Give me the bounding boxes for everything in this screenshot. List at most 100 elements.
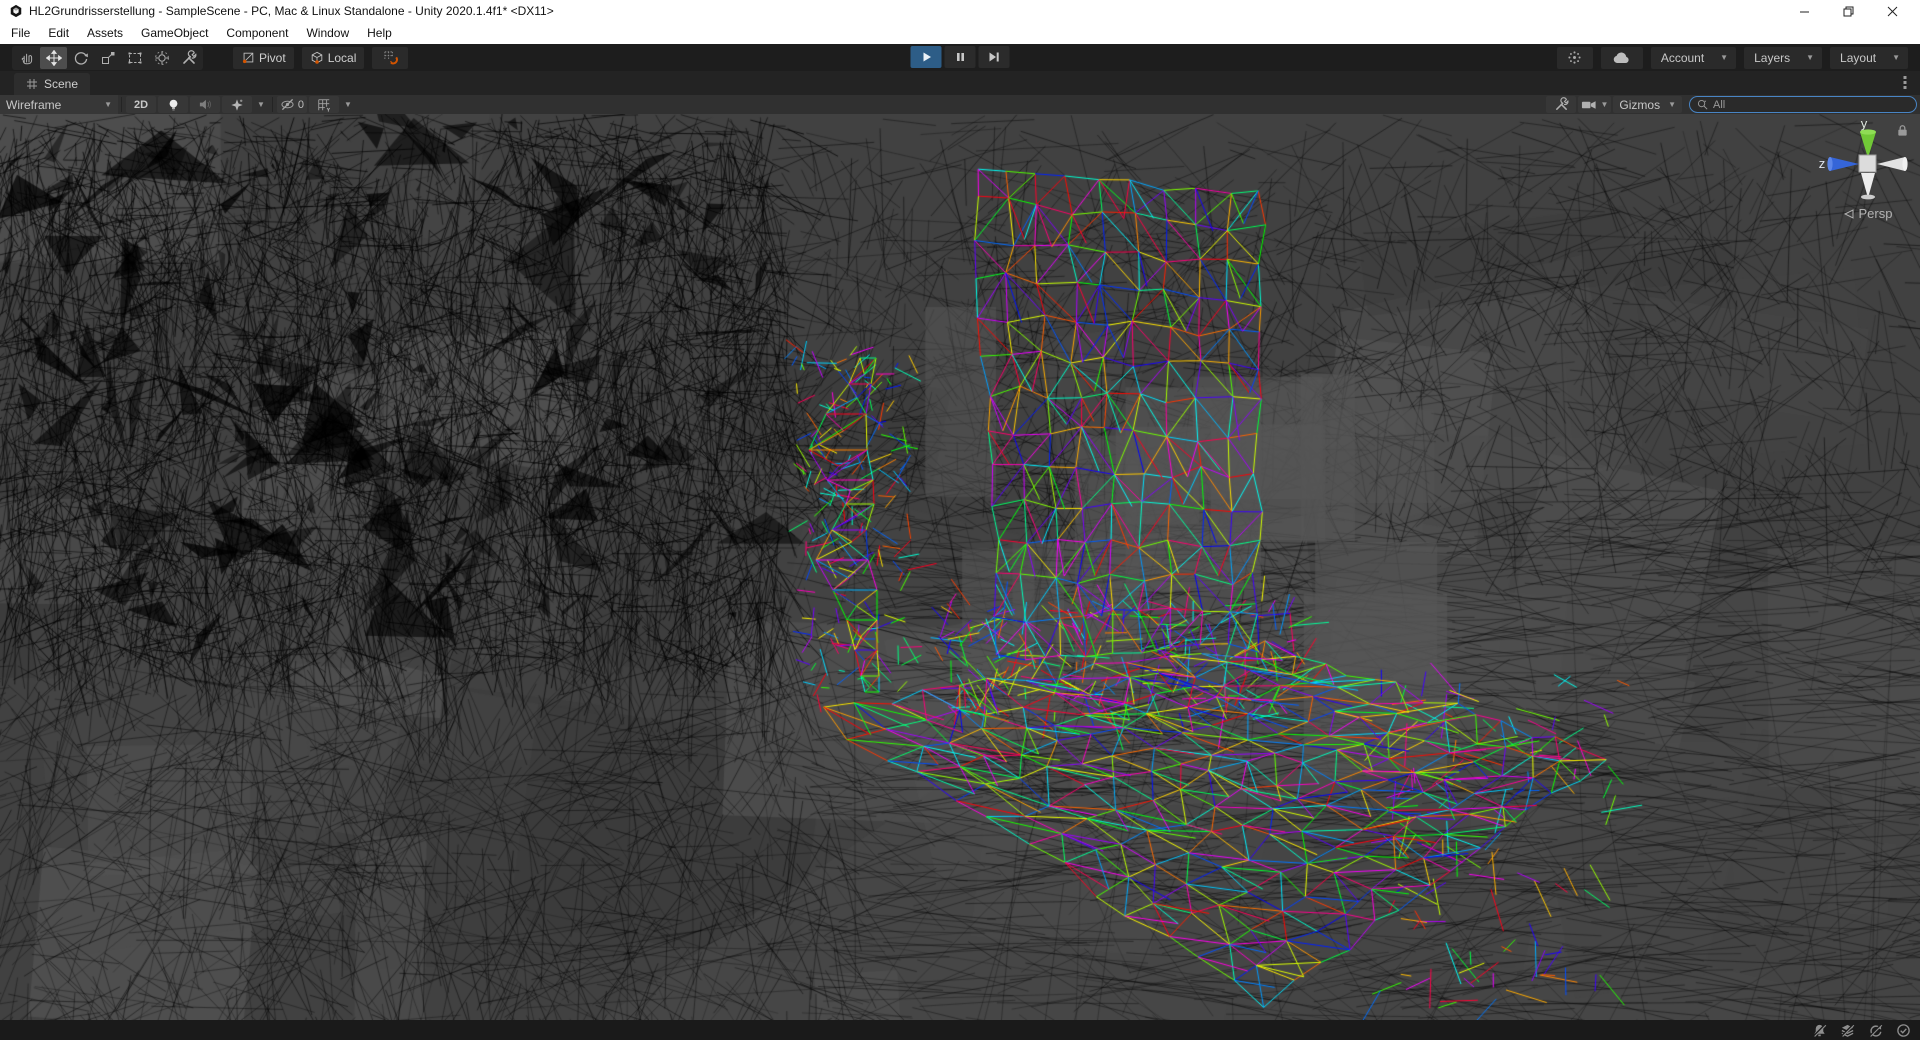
window-titlebar: HL2Grundrisserstellung - SampleScene - P… — [0, 0, 1920, 22]
local-label: Local — [328, 51, 357, 65]
play-button[interactable] — [911, 46, 942, 68]
layers-dropdown[interactable]: Layers ▼ — [1744, 47, 1822, 69]
scene-tab-label: Scene — [44, 77, 78, 91]
scene-viewport[interactable]: y z Persp — [0, 114, 1920, 1020]
camera-dropdown-caret: ▼ — [1597, 100, 1608, 109]
axis-z-cone — [1830, 157, 1859, 171]
grid-icon — [317, 98, 331, 112]
layout-dropdown[interactable]: Layout ▼ — [1830, 47, 1908, 69]
menu-bar: File Edit Assets GameObject Component Wi… — [0, 22, 1920, 44]
axis-x-cone — [1877, 157, 1905, 171]
layers-muted-icon[interactable] — [1838, 1022, 1856, 1038]
gizmos-caret: ▼ — [1660, 100, 1676, 109]
local-toggle-button[interactable]: Local — [302, 47, 365, 69]
tab-scene[interactable]: Scene — [14, 73, 90, 95]
pivot-toggle-button[interactable]: Pivot — [233, 47, 294, 69]
transform-tools-group — [12, 46, 203, 70]
pivot-label: Pivot — [259, 51, 286, 65]
minimize-button[interactable] — [1782, 0, 1826, 22]
speaker-icon — [198, 98, 212, 111]
account-dropdown[interactable]: Account ▼ — [1651, 47, 1736, 69]
scene-toolbar-right: ▼ Gizmos ▼ All — [1545, 95, 1917, 114]
gizmos-label: Gizmos — [1619, 98, 1660, 112]
axis-y-label: y — [1861, 116, 1868, 131]
move-tool-button[interactable] — [40, 47, 67, 69]
search-icon — [1696, 98, 1709, 111]
cloud-services-button[interactable] — [1601, 47, 1643, 69]
unity-logo-icon — [8, 4, 23, 19]
effects-toggle-button[interactable] — [222, 96, 252, 113]
notifications-muted-icon[interactable] — [1810, 1022, 1828, 1038]
layers-label: Layers — [1754, 51, 1790, 65]
axis-y-cone — [1860, 132, 1876, 158]
2d-label: 2D — [134, 99, 148, 111]
chevron-down-icon: ▼ — [104, 100, 112, 109]
scene-tools-button[interactable] — [1546, 96, 1576, 113]
rect-tool-button[interactable] — [121, 47, 148, 69]
camera-icon — [1581, 99, 1597, 111]
hand-tool-button[interactable] — [13, 47, 40, 69]
pivot-icon — [241, 51, 255, 65]
2d-toggle-button[interactable]: 2D — [126, 96, 156, 113]
lighting-toggle-button[interactable] — [158, 96, 188, 113]
search-value: All — [1713, 99, 1725, 111]
grid-snap-button[interactable] — [372, 47, 408, 69]
scene-grid-icon — [26, 78, 38, 90]
pause-button[interactable] — [945, 46, 976, 68]
close-button[interactable] — [1870, 0, 1914, 22]
restore-button[interactable] — [1826, 0, 1870, 22]
menu-edit[interactable]: Edit — [39, 22, 78, 44]
audio-toggle-button[interactable] — [190, 96, 220, 113]
menu-file[interactable]: File — [2, 22, 39, 44]
menu-component[interactable]: Component — [217, 22, 297, 44]
grid-visibility-button[interactable] — [309, 96, 339, 113]
chevron-down-icon: ▼ — [1720, 53, 1728, 62]
axis-down-cone — [1861, 173, 1875, 198]
scene-search-field[interactable]: All — [1689, 96, 1917, 113]
menu-gameobject[interactable]: GameObject — [132, 22, 217, 44]
progress-activity-button[interactable] — [1557, 47, 1593, 69]
layout-label: Layout — [1840, 51, 1876, 65]
scene-camera-button[interactable]: ▼ — [1578, 96, 1611, 113]
scale-tool-button[interactable] — [94, 47, 121, 69]
status-bar — [0, 1020, 1920, 1040]
projection-toggle[interactable]: Persp — [1825, 206, 1911, 221]
hidden-count: 0 — [298, 99, 304, 111]
auto-refresh-muted-icon[interactable] — [1866, 1022, 1884, 1038]
effects-sparkle-icon — [230, 98, 244, 112]
wireframe-scene-canvas[interactable] — [0, 114, 1920, 1020]
step-button[interactable] — [979, 46, 1010, 68]
chevron-down-icon: ▼ — [1892, 53, 1900, 62]
separator — [272, 97, 273, 112]
menu-assets[interactable]: Assets — [78, 22, 132, 44]
custom-tool-button[interactable] — [175, 47, 202, 69]
play-controls — [911, 46, 1010, 68]
panel-menu-kebab[interactable] — [1898, 75, 1912, 91]
lightbulb-icon — [167, 98, 180, 112]
menu-help[interactable]: Help — [358, 22, 401, 44]
separator — [121, 97, 122, 112]
grid-dropdown-caret[interactable]: ▼ — [340, 100, 356, 109]
transform-tool-button[interactable] — [148, 47, 175, 69]
shading-mode-dropdown[interactable]: Wireframe ▼ — [0, 95, 118, 114]
axis-z-label: z — [1819, 156, 1826, 171]
scene-view-toolbar: Wireframe ▼ 2D ▼ 0 ▼ ▼ Gizmos ▼ — [0, 95, 1920, 114]
panel-tab-bar: Scene — [0, 71, 1920, 95]
scene-visibility-button[interactable]: 0 — [277, 96, 307, 113]
gizmos-dropdown[interactable]: Gizmos ▼ — [1613, 96, 1682, 113]
rotate-tool-button[interactable] — [67, 47, 94, 69]
shading-mode-label: Wireframe — [6, 98, 61, 112]
wrench-icon — [1554, 97, 1569, 112]
menu-window[interactable]: Window — [297, 22, 358, 44]
account-label: Account — [1661, 51, 1704, 65]
eye-slash-icon — [280, 98, 295, 111]
effects-dropdown-caret[interactable]: ▼ — [253, 100, 269, 109]
local-cube-icon — [310, 51, 324, 65]
persp-icon — [1844, 209, 1856, 219]
gizmo-lock-button[interactable] — [1896, 124, 1910, 138]
lock-icon — [1896, 124, 1909, 137]
toolbar-right-cluster: Account ▼ Layers ▼ Layout ▼ — [1557, 47, 1908, 69]
chevron-down-icon: ▼ — [1806, 53, 1814, 62]
gizmo-center-cube — [1859, 155, 1876, 172]
status-ok-icon[interactable] — [1894, 1022, 1912, 1038]
